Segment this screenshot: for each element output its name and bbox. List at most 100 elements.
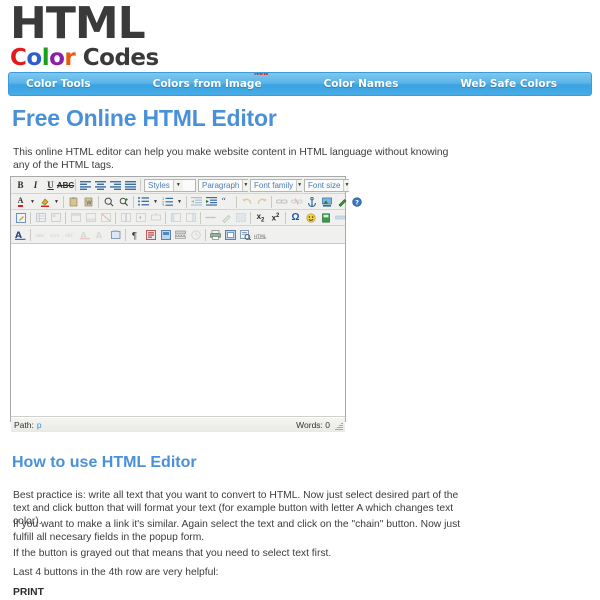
bullet-list-chevron-down-icon[interactable]: ▼ [151, 195, 160, 209]
editor-content-area[interactable] [11, 244, 345, 417]
html-editor: B I U ABC Styles ▼ Paragraph ▼ Font fami… [10, 176, 362, 432]
find-replace-button[interactable] [116, 195, 131, 209]
abbreviation-button[interactable]: abbr [33, 228, 48, 242]
nav-item-color-tools[interactable]: Color Tools [26, 78, 91, 90]
cell-properties-button[interactable] [148, 211, 163, 225]
logo-letter-1: o [26, 45, 42, 71]
nav-item-web-safe-colors[interactable]: Web Safe Colors [460, 78, 557, 90]
insert-layer-button[interactable] [333, 211, 348, 225]
attributes-button[interactable] [108, 228, 123, 242]
anchor-button[interactable] [304, 195, 319, 209]
howto-paragraph-2: If you want to make a link it's similar.… [13, 519, 461, 543]
numbered-list-button[interactable]: 123 [160, 195, 175, 209]
split-cells-button[interactable] [118, 211, 133, 225]
numbered-list-chevron-down-icon[interactable]: ▼ [175, 195, 184, 209]
site-logo[interactable]: HTML Color Codes [10, 0, 159, 71]
insert-time-button[interactable] [188, 228, 203, 242]
indent-button[interactable] [204, 195, 219, 209]
chevron-down-icon: ▼ [343, 179, 350, 191]
insert-column-before-button[interactable] [168, 211, 183, 225]
bold-button[interactable]: B [13, 178, 28, 192]
font-family-select[interactable]: Font family ▼ [250, 178, 303, 192]
delete-text-button[interactable]: A [78, 228, 93, 242]
subscript-button[interactable]: x2 [253, 211, 268, 225]
editor-toolbar-row-3: x2 x2 Ω [11, 210, 348, 226]
path-label: Path: [14, 420, 34, 430]
insert-media-button[interactable] [318, 211, 333, 225]
merge-cells-button[interactable] [133, 211, 148, 225]
svg-text:ABC: ABC [65, 233, 74, 238]
toolbar-separator [30, 211, 31, 224]
nav-label: Colors from Image [152, 78, 262, 90]
background-color-chevron-down-icon[interactable]: ▼ [52, 195, 61, 209]
remove-format-button[interactable] [218, 211, 233, 225]
help-button[interactable]: ? [349, 195, 364, 209]
paste-button[interactable] [66, 195, 81, 209]
blockquote-button[interactable]: “ [219, 195, 234, 209]
paragraph-select[interactable]: Paragraph ▼ [198, 178, 249, 192]
section-title-how-to-use: How to use HTML Editor [12, 454, 197, 471]
citation-button[interactable]: ABC [63, 228, 78, 242]
resize-grip[interactable] [334, 422, 343, 431]
find-button[interactable] [101, 195, 116, 209]
page-break-button[interactable] [173, 228, 188, 242]
cleanup-button[interactable] [334, 195, 349, 209]
page-title: Free Online HTML Editor [12, 105, 277, 131]
nav-label: Web Safe Colors [460, 78, 557, 90]
toolbar-separator [115, 211, 116, 224]
strikethrough-button[interactable]: ABC [57, 178, 74, 192]
print-button[interactable] [208, 228, 223, 242]
align-center-button[interactable] [93, 178, 108, 192]
insert-row-before-button[interactable] [68, 211, 83, 225]
italic-button[interactable]: I [28, 178, 43, 192]
visual-aid-button[interactable] [158, 228, 173, 242]
table-properties-button[interactable] [48, 211, 63, 225]
toggle-guidelines-button[interactable] [233, 211, 248, 225]
insert-table-button[interactable] [33, 211, 48, 225]
insert-column-after-button[interactable] [183, 211, 198, 225]
show-invisible-button[interactable]: ¶ [128, 228, 143, 242]
undo-button[interactable] [239, 195, 254, 209]
path-value[interactable]: p [37, 420, 42, 430]
view-html-source-button[interactable]: HTML [253, 228, 268, 242]
editor-toolbar-row-4: A abbr acro ABC A A ¶ HTML [11, 226, 345, 244]
font-size-select[interactable]: Font size ▼ [304, 178, 350, 192]
special-character-button[interactable]: Ω [288, 211, 303, 225]
nav-item-colors-from-image[interactable]: Colors from Image New [152, 73, 269, 90]
acronym-button[interactable]: acro [48, 228, 63, 242]
fullscreen-button[interactable] [223, 228, 238, 242]
horizontal-rule-button[interactable] [203, 211, 218, 225]
styles-select[interactable]: Styles ▼ [144, 178, 196, 192]
underline-button[interactable]: U [43, 178, 58, 192]
insert-date-button[interactable]: A [93, 228, 108, 242]
align-left-button[interactable] [78, 178, 93, 192]
unlink-button[interactable] [289, 195, 304, 209]
styles-select-label: Styles [148, 180, 170, 190]
nonbreaking-button[interactable]: A [13, 228, 28, 242]
font-family-select-label: Font family [254, 180, 294, 190]
paste-from-word-button[interactable]: W [81, 195, 96, 209]
svg-text:“: “ [221, 197, 226, 206]
preview-button[interactable] [238, 228, 253, 242]
align-right-button[interactable] [108, 178, 123, 192]
insert-image-button[interactable] [319, 195, 334, 209]
superscript-button[interactable]: x2 [268, 211, 283, 225]
text-color-button[interactable]: A [13, 195, 28, 209]
redo-button[interactable] [254, 195, 269, 209]
delete-row-button[interactable] [98, 211, 113, 225]
background-color-button[interactable] [37, 195, 52, 209]
emoticon-button[interactable] [303, 211, 318, 225]
insert-template-button[interactable] [143, 228, 158, 242]
editor-statusbar: Path: p Words: 0 [11, 417, 345, 432]
intro-paragraph: This online HTML editor can help you mak… [13, 147, 449, 171]
outdent-button[interactable] [189, 195, 204, 209]
edit-source-button[interactable] [13, 211, 28, 225]
logo-html-text: HTML [10, 0, 146, 49]
insert-row-after-button[interactable] [83, 211, 98, 225]
nav-item-color-names[interactable]: Color Names [324, 78, 399, 90]
bullet-list-button[interactable] [136, 195, 151, 209]
text-color-chevron-down-icon[interactable]: ▼ [28, 195, 37, 209]
insert-link-button[interactable] [274, 195, 289, 209]
align-justify-button[interactable] [123, 178, 138, 192]
toolbar-separator [65, 211, 66, 224]
